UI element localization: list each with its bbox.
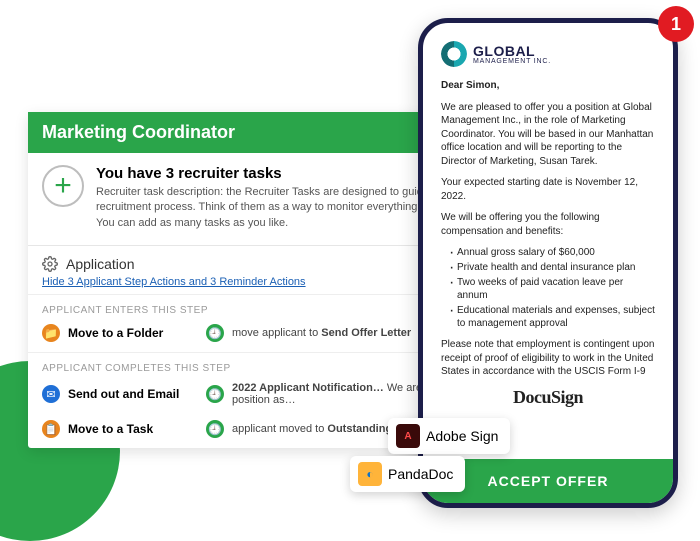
benefit-item: Annual gross salary of $60,000 — [449, 246, 655, 259]
pandadoc-icon: ◐ — [358, 462, 382, 486]
docusign-logo: DocuSign — [441, 387, 655, 408]
benefits-list: Annual gross salary of $60,000 Private h… — [449, 246, 655, 330]
offer-letter: GLOBAL MANAGEMENT INC. Dear Simon, We ar… — [423, 23, 673, 459]
action-name: Send out and Email — [68, 387, 198, 401]
integration-label: PandaDoc — [388, 466, 453, 482]
add-task-button[interactable]: + — [42, 165, 84, 207]
mail-icon: ✉ — [42, 385, 60, 403]
adobe-icon: A — [396, 424, 420, 448]
benefit-item: Educational materials and expenses, subj… — [449, 304, 655, 330]
letter-p1: We are pleased to offer you a position a… — [441, 101, 655, 169]
notification-badge[interactable]: 1 — [658, 6, 694, 42]
integration-pandadoc[interactable]: ◐ PandaDoc — [350, 456, 465, 492]
integration-adobe-sign[interactable]: A Adobe Sign — [388, 418, 510, 454]
section-title: Application — [66, 256, 135, 272]
letter-greeting: Dear Simon, — [441, 79, 655, 93]
task-icon: 📋 — [42, 420, 60, 438]
folder-icon: 📁 — [42, 324, 60, 342]
clock-icon: 🕘 — [206, 385, 224, 403]
logo-text-small: MANAGEMENT INC. — [473, 58, 551, 65]
benefit-item: Two weeks of paid vacation leave per ann… — [449, 276, 655, 302]
logo-text-big: GLOBAL — [473, 44, 551, 58]
clock-icon: 🕘 — [206, 420, 224, 438]
integration-label: Adobe Sign — [426, 428, 498, 444]
letter-p3: We will be offering you the following co… — [441, 211, 655, 238]
hide-actions-link[interactable]: Hide 3 Applicant Step Actions and 3 Remi… — [42, 276, 306, 288]
action-name: Move to a Folder — [68, 326, 198, 340]
gear-icon — [42, 256, 58, 272]
logo-mark-icon — [441, 41, 467, 67]
benefit-item: Private health and dental insurance plan — [449, 261, 655, 274]
company-logo: GLOBAL MANAGEMENT INC. — [441, 41, 655, 67]
clock-icon: 🕘 — [206, 324, 224, 342]
action-detail: move applicant to Send Offer Letter — [232, 327, 411, 339]
action-name: Move to a Task — [68, 422, 198, 436]
letter-p4: Please note that employment is contingen… — [441, 338, 655, 379]
letter-p2: Your expected starting date is November … — [441, 176, 655, 203]
